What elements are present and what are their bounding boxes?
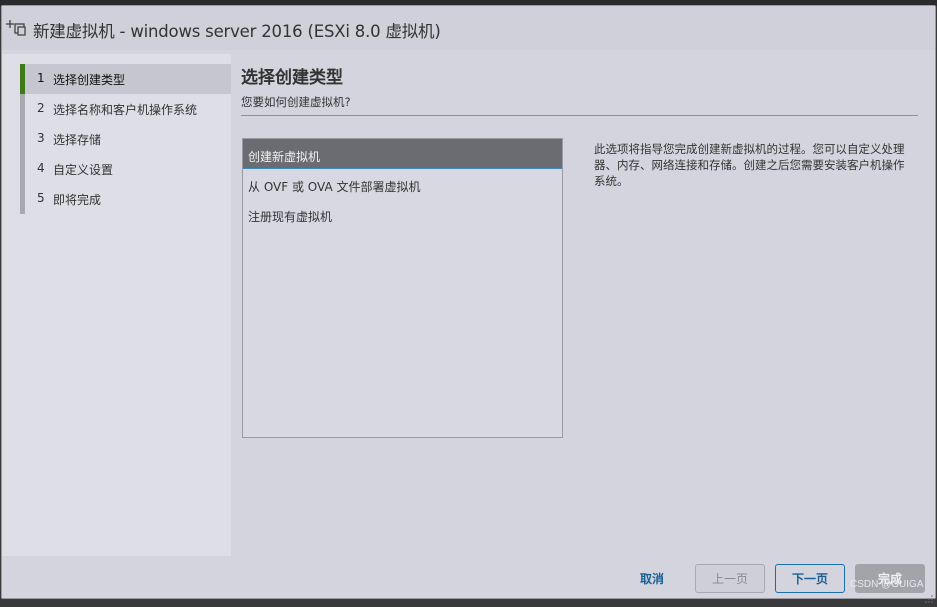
step-label: 选择存储 (53, 133, 102, 147)
new-vm-icon (5, 18, 27, 38)
wizard-step-1[interactable]: 1 选择创建类型 (20, 64, 231, 94)
creation-type-list: 创建新虚拟机 从 OVF 或 OVA 文件部署虚拟机 注册现有虚拟机 (242, 138, 563, 438)
option-description: 此选项将指导您完成创建新虚拟机的过程。您可以自定义处理器、内存、网络连接和存储。… (594, 142, 905, 188)
wizard-step-3[interactable]: 3 选择存储 (20, 124, 231, 154)
step-label: 选择创建类型 (53, 73, 126, 87)
previous-button[interactable]: 上一页 (695, 564, 765, 593)
step-number: 1 (37, 71, 45, 85)
wizard-steps-sidebar: 1 选择创建类型 2 选择名称和客户机操作系统 3 选择存储 4 自定义设置 5… (2, 54, 231, 556)
cancel-button[interactable]: 取消 (630, 564, 674, 593)
step-number: 3 (37, 131, 45, 145)
option-deploy-ovf-ova[interactable]: 从 OVF 或 OVA 文件部署虚拟机 (243, 169, 562, 199)
dialog-title: 新建虚拟机 - windows server 2016 (ESXi 8.0 虚拟… (33, 22, 441, 41)
new-vm-dialog: 新建虚拟机 - windows server 2016 (ESXi 8.0 虚拟… (1, 5, 936, 603)
next-button[interactable]: 下一页 (775, 564, 845, 593)
wizard-step-5[interactable]: 5 即将完成 (20, 184, 231, 214)
watermark: CSDN @GUIGA (850, 579, 924, 590)
step-label: 自定义设置 (53, 163, 114, 177)
step-number: 4 (37, 161, 45, 175)
wizard-step-2[interactable]: 2 选择名称和客户机操作系统 (20, 94, 231, 124)
step-label: 选择名称和客户机操作系统 (53, 103, 198, 117)
page-title: 选择创建类型 (241, 68, 343, 88)
dialog-titlebar: 新建虚拟机 - windows server 2016 (ESXi 8.0 虚拟… (2, 6, 935, 50)
resize-grip-icon[interactable] (925, 588, 933, 603)
wizard-content: 选择创建类型 您要如何创建虚拟机? 创建新虚拟机 从 OVF 或 OVA 文件部… (231, 54, 935, 556)
step-indicator-bar (20, 94, 25, 124)
step-indicator-bar (20, 184, 25, 214)
step-number: 5 (37, 191, 45, 205)
option-register-existing-vm[interactable]: 注册现有虚拟机 (243, 199, 562, 229)
option-create-new-vm[interactable]: 创建新虚拟机 (243, 139, 562, 169)
step-indicator-bar (20, 64, 25, 94)
wizard-step-4[interactable]: 4 自定义设置 (20, 154, 231, 184)
page-subtitle: 您要如何创建虚拟机? (241, 95, 351, 109)
header-divider (241, 115, 918, 116)
dialog-footer: 取消 上一页 下一页 完成 (2, 556, 935, 598)
step-indicator-bar (20, 154, 25, 184)
step-label: 即将完成 (53, 193, 102, 207)
step-indicator-bar (20, 124, 25, 154)
step-number: 2 (37, 101, 45, 115)
